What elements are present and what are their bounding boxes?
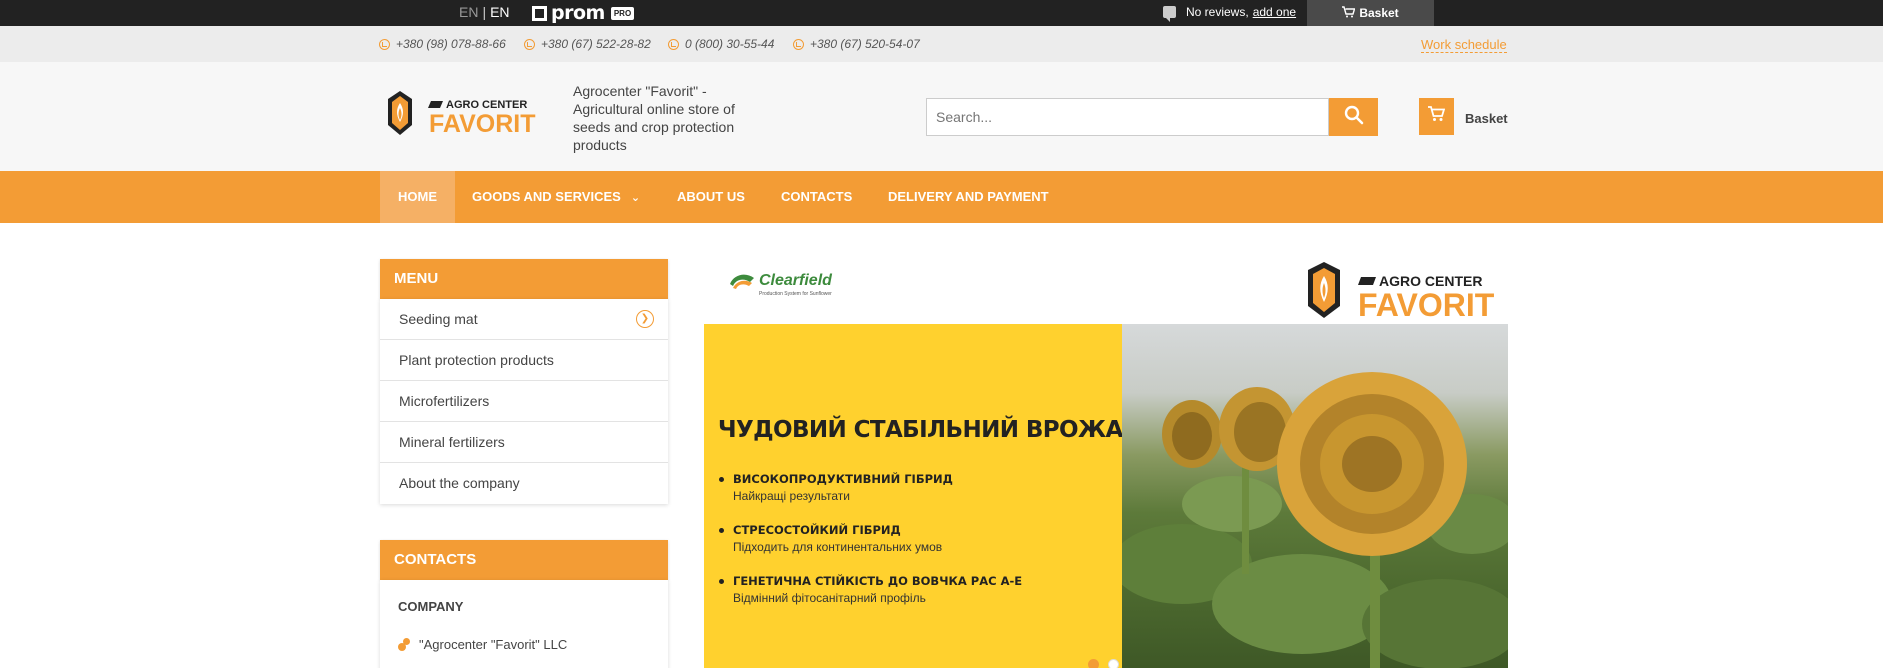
banner-bullet-sub: Відмінний фітосанітарний профіль bbox=[733, 591, 926, 605]
company-name-row: "Agrocenter "Favorit" LLC bbox=[398, 637, 567, 652]
phone-strip: +380 (98) 078-88-66 +380 (67) 522-28-82 … bbox=[0, 26, 1883, 62]
banner-title: ЧУДОВИЙ СТАБІЛЬНИЙ ВРОЖАЙ bbox=[718, 417, 1142, 443]
top-bar: EN | EN prom PRO No reviews, add one Baske… bbox=[0, 0, 1883, 26]
banner-bullet-head: ГЕНЕТИЧНА СТІЙКІСТЬ ДО ВОВЧКА РАС А-Е bbox=[718, 574, 1022, 588]
nav-item-home[interactable]: HOME bbox=[380, 171, 455, 223]
phone-icon bbox=[524, 38, 535, 50]
add-review-link[interactable]: add one bbox=[1253, 5, 1296, 19]
clearfield-text: Clearfield bbox=[759, 272, 832, 289]
prom-pro-badge: PRO bbox=[610, 6, 635, 20]
people-icon bbox=[398, 638, 411, 651]
prom-logo-text: prom bbox=[551, 2, 605, 24]
banner-bullet: ГЕНЕТИЧНА СТІЙКІСТЬ ДО ВОВЧКА РАС А-Е Ві… bbox=[718, 574, 1022, 605]
phone-icon bbox=[793, 38, 804, 50]
lang-option-active[interactable]: EN bbox=[490, 4, 509, 20]
phone-item[interactable]: +380 (67) 520-54-07 bbox=[793, 37, 920, 51]
menu-item-microfertilizers[interactable]: Microfertilizers bbox=[380, 381, 668, 422]
reviews-text: No reviews, bbox=[1186, 5, 1249, 19]
nav-item-goods-and-services[interactable]: GOODS AND SERVICES ⌄ bbox=[472, 171, 640, 223]
header-cart-label[interactable]: Basket bbox=[1465, 111, 1508, 126]
clearfield-mark-icon bbox=[728, 270, 756, 292]
banner-bullet-sub: Найкращі результати bbox=[733, 489, 850, 503]
clearfield-logo: Clearfield Production System for Sunflow… bbox=[728, 270, 832, 297]
search-button[interactable] bbox=[1329, 98, 1378, 136]
chevron-right-icon[interactable]: ❯ bbox=[636, 310, 654, 328]
menu-item-mineral-fertilizers[interactable]: Mineral fertilizers bbox=[380, 422, 668, 463]
phone-number: 0 (800) 30-55-44 bbox=[685, 37, 775, 51]
work-schedule-link[interactable]: Work schedule bbox=[1421, 37, 1507, 53]
site-header: AGRO CENTER FAVORIT Agrocenter "Favorit"… bbox=[0, 62, 1883, 171]
category-menu: Seeding mat ❯ Plant protection products … bbox=[380, 299, 668, 504]
site-tagline: Agrocenter "Favorit" - Agricultural onli… bbox=[573, 83, 735, 153]
menu-item-plant-protection[interactable]: Plant protection products bbox=[380, 340, 668, 381]
header-cart-button[interactable] bbox=[1419, 98, 1454, 135]
search-icon bbox=[1344, 105, 1364, 130]
contacts-heading: CONTACTS bbox=[380, 540, 668, 580]
lang-separator: | bbox=[482, 4, 487, 20]
company-label: COMPANY bbox=[398, 599, 464, 614]
promo-banner[interactable]: Clearfield Production System for Sunflow… bbox=[704, 258, 1508, 668]
search-input[interactable] bbox=[926, 98, 1329, 136]
cart-icon bbox=[1428, 106, 1446, 127]
banner-text-panel: ЧУДОВИЙ СТАБІЛЬНИЙ ВРОЖАЙ ВИСОКОПРОДУКТИ… bbox=[704, 324, 1142, 668]
top-basket-label: Basket bbox=[1359, 6, 1399, 20]
slider-dots bbox=[1088, 659, 1128, 668]
phone-icon bbox=[379, 38, 390, 50]
language-switcher: EN | EN bbox=[459, 4, 510, 20]
menu-item-seeding-mat[interactable]: Seeding mat ❯ bbox=[380, 299, 668, 340]
banner-bullet-sub: Підходить для континентальних умов bbox=[733, 540, 943, 554]
logo-bottom-text: FAVORIT bbox=[429, 110, 535, 138]
banner-bullet: ВИСОКОПРОДУКТИВНИЙ ГІБРИД Найкращі резул… bbox=[718, 472, 953, 503]
slider-dot-active[interactable] bbox=[1088, 659, 1099, 668]
slider-dot[interactable] bbox=[1108, 659, 1119, 668]
chevron-down-icon[interactable]: ⌄ bbox=[631, 172, 640, 224]
site-logo[interactable]: AGRO CENTER FAVORIT bbox=[385, 89, 545, 145]
sunflower-photo bbox=[1122, 324, 1508, 668]
phone-item[interactable]: +380 (67) 522-28-82 bbox=[524, 37, 651, 51]
phone-number: +380 (98) 078-88-66 bbox=[396, 37, 506, 51]
phone-item[interactable]: +380 (98) 078-88-66 bbox=[379, 37, 506, 51]
prom-logo[interactable]: prom PRO bbox=[532, 2, 635, 24]
top-basket-button[interactable]: Basket bbox=[1307, 0, 1434, 26]
contacts-box: COMPANY "Agrocenter "Favorit" LLC bbox=[380, 580, 668, 668]
menu-item-about-company[interactable]: About the company bbox=[380, 463, 668, 504]
banner-top-strip: Clearfield Production System for Sunflow… bbox=[704, 258, 1508, 324]
phone-number: +380 (67) 522-28-82 bbox=[541, 37, 651, 51]
menu-item-label: Seeding mat bbox=[399, 311, 478, 327]
clearfield-subtitle: Production System for Sunflower bbox=[759, 291, 832, 297]
banner-favorit-logo: AGRO CENTER FAVORIT bbox=[1304, 260, 1499, 323]
prom-logo-mark bbox=[532, 5, 547, 21]
banner-bullet-head: СТРЕСОСТОЙКИЙ ГІБРИД bbox=[718, 523, 942, 537]
lang-option[interactable]: EN bbox=[459, 4, 478, 20]
nav-item-contacts[interactable]: CONTACTS bbox=[781, 171, 852, 223]
nav-item-delivery-and-payment[interactable]: DELIVERY AND PAYMENT bbox=[888, 171, 1049, 223]
company-name: "Agrocenter "Favorit" LLC bbox=[419, 637, 568, 652]
banner-logo-bottom-text: FAVORIT bbox=[1358, 287, 1495, 322]
menu-heading: MENU bbox=[380, 259, 668, 299]
phone-item[interactable]: 0 (800) 30-55-44 bbox=[668, 37, 774, 51]
nav-item-label: GOODS AND SERVICES bbox=[472, 189, 621, 204]
banner-bullet-head: ВИСОКОПРОДУКТИВНИЙ ГІБРИД bbox=[718, 472, 953, 486]
main-nav: HOME GOODS AND SERVICES ⌄ ABOUT US CONTAC… bbox=[0, 171, 1883, 223]
cart-icon bbox=[1342, 5, 1356, 21]
phone-number: +380 (67) 520-54-07 bbox=[810, 37, 920, 51]
banner-bullet: СТРЕСОСТОЙКИЙ ГІБРИД Підходить для конти… bbox=[718, 523, 942, 554]
reviews-widget: No reviews, add one bbox=[1163, 5, 1296, 22]
phone-icon bbox=[668, 38, 679, 50]
nav-item-about-us[interactable]: ABOUT US bbox=[677, 171, 745, 223]
chat-icon bbox=[1163, 6, 1176, 22]
